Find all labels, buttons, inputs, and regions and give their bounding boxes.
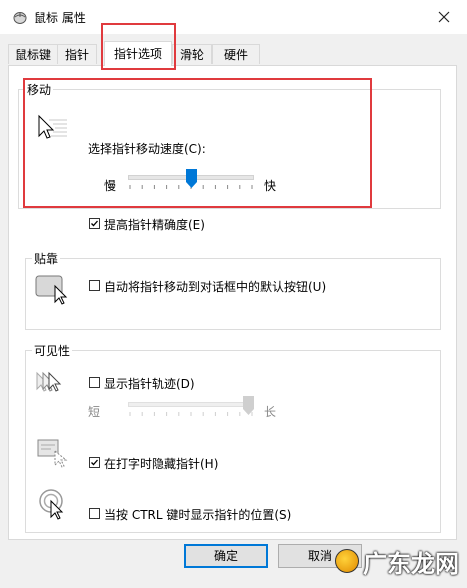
close-button[interactable] bbox=[431, 4, 457, 30]
precision-checkbox[interactable] bbox=[89, 218, 100, 229]
pointer-speed-slider[interactable] bbox=[128, 169, 254, 193]
locate-pointer-icon bbox=[39, 489, 64, 520]
tab-buttons[interactable]: 鼠标键 bbox=[8, 44, 58, 64]
pointer-trails-icon bbox=[36, 371, 62, 392]
checkmark-icon bbox=[91, 459, 98, 466]
trail-length-slider[interactable] bbox=[128, 396, 254, 420]
ctrl-locate-label: 当按 CTRL 键时显示指针的位置(S) bbox=[104, 508, 292, 522]
slider-track bbox=[128, 402, 254, 407]
hide-pointer-icon bbox=[37, 439, 68, 468]
fast-label: 快 bbox=[264, 179, 277, 193]
hide-typing-label: 在打字时隐藏指针(H) bbox=[104, 457, 219, 471]
watermark: 广东龙网 bbox=[335, 544, 459, 578]
snap-checkbox[interactable] bbox=[89, 280, 100, 291]
ok-label: 确定 bbox=[213, 549, 238, 563]
ok-button[interactable]: 确定 bbox=[184, 544, 268, 568]
cancel-label: 取消 bbox=[307, 549, 332, 563]
window-title: 鼠标 属性 bbox=[34, 11, 86, 25]
ctrl-locate-checkbox[interactable] bbox=[89, 508, 100, 519]
tab-pointers[interactable]: 指针 bbox=[57, 44, 97, 64]
long-label: 长 bbox=[264, 405, 277, 419]
tab-label: 硬件 bbox=[223, 48, 248, 62]
tab-hardware[interactable]: 硬件 bbox=[212, 44, 260, 64]
slider-thumb[interactable] bbox=[243, 396, 254, 415]
slider-thumb[interactable] bbox=[185, 169, 197, 188]
title-bar: 鼠标 属性 bbox=[0, 0, 467, 34]
tab-label: 指针选项 bbox=[113, 47, 162, 61]
tab-label: 指针 bbox=[64, 48, 89, 62]
precision-label: 提高指针精确度(E) bbox=[104, 218, 205, 232]
trails-label: 显示指针轨迹(D) bbox=[104, 377, 195, 391]
snap-label: 自动将指针移动到对话框中的默认按钮(U) bbox=[104, 280, 327, 294]
checkmark-icon bbox=[91, 220, 98, 227]
slider-ticks bbox=[129, 412, 253, 416]
tab-pointer-options[interactable]: 指针选项 bbox=[104, 41, 172, 66]
trails-checkbox[interactable] bbox=[89, 377, 100, 388]
short-label: 短 bbox=[88, 405, 101, 419]
snap-to-icon bbox=[35, 275, 68, 305]
motion-legend: 移动 bbox=[25, 81, 54, 98]
tab-wheel[interactable]: 滑轮 bbox=[172, 44, 212, 64]
speed-label: 选择指针移动速度(C): bbox=[88, 142, 206, 156]
mouse-icon bbox=[13, 12, 27, 24]
dialog-body: 鼠标键 指针 指针选项 滑轮 硬件 移动 选择指针移动速度(C): 慢 快 提高… bbox=[0, 23, 467, 588]
watermark-text: 广东龙网 bbox=[363, 548, 459, 578]
pointer-speed-icon bbox=[38, 114, 67, 139]
slow-label: 慢 bbox=[104, 179, 117, 193]
tab-label: 鼠标键 bbox=[15, 48, 52, 62]
tab-label: 滑轮 bbox=[179, 48, 204, 62]
visibility-legend: 可见性 bbox=[32, 342, 73, 359]
snap-legend: 贴靠 bbox=[32, 250, 61, 267]
watermark-logo-icon bbox=[335, 549, 359, 573]
hide-typing-checkbox[interactable] bbox=[89, 457, 100, 468]
close-icon bbox=[438, 11, 450, 23]
tab-panel: 移动 选择指针移动速度(C): 慢 快 提高指针精确度(E) 贴靠 自动将指针移… bbox=[8, 65, 457, 540]
